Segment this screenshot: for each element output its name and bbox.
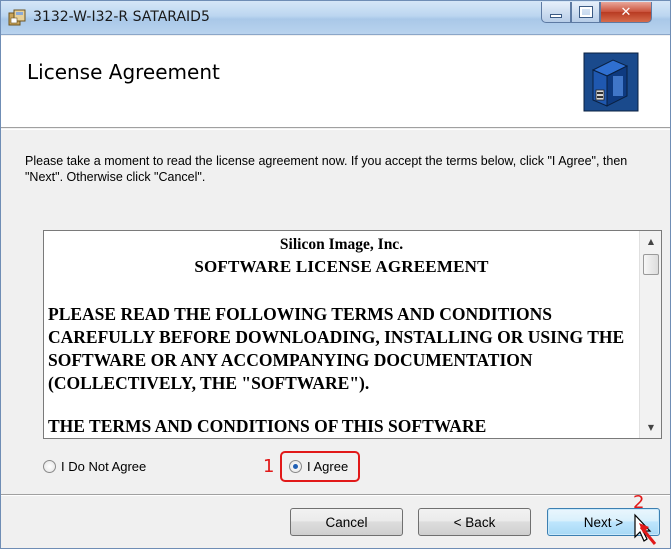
license-scrollbar[interactable]: ▲ ▼	[639, 231, 661, 438]
instructions-text: Please take a moment to read the license…	[25, 154, 628, 184]
back-button[interactable]: < Back	[418, 508, 531, 536]
step-1-annotation: 1	[263, 456, 275, 477]
header-separator	[1, 129, 670, 130]
title-bar[interactable]: 3132-W-I32-R SATARAID5 ✕	[1, 1, 670, 35]
license-paragraph: PLEASE READ THE FOLLOWING TERMS AND COND…	[48, 304, 625, 393]
installer-disk-icon	[583, 52, 639, 112]
license-paragraph: THE TERMS AND CONDITIONS OF THIS SOFTWAR…	[48, 416, 487, 436]
scroll-thumb[interactable]	[643, 254, 659, 275]
pointer-cursor-icon	[634, 513, 657, 545]
close-icon: ✕	[620, 4, 632, 20]
radio-not-agree-input[interactable]	[43, 459, 56, 473]
radio-not-agree[interactable]: I Do Not Agree	[43, 456, 146, 476]
license-heading: SOFTWARE LICENSE AGREEMENT	[194, 257, 489, 276]
installer-app-icon	[8, 9, 26, 26]
radio-agree[interactable]: I Agree	[289, 456, 348, 476]
footer-separator	[1, 494, 670, 496]
step-2-annotation: 2	[633, 492, 645, 513]
page-title: License Agreement	[27, 60, 220, 84]
header-banner: License Agreement	[1, 36, 670, 128]
minimize-button[interactable]	[541, 2, 571, 23]
scroll-up-arrow-icon[interactable]: ▲	[640, 233, 661, 250]
cancel-button[interactable]: Cancel	[290, 508, 403, 536]
license-text-box[interactable]: Silicon Image, Inc. SOFTWARE LICENSE AGR…	[43, 230, 662, 439]
radio-not-agree-label: I Do Not Agree	[61, 458, 147, 474]
radio-agree-label: I Agree	[307, 458, 349, 474]
close-button[interactable]: ✕	[600, 2, 652, 23]
license-company: Silicon Image, Inc.	[279, 236, 404, 253]
maximize-icon	[578, 6, 593, 18]
window-title: 3132-W-I32-R SATARAID5	[33, 9, 210, 25]
radio-agree-input[interactable]	[289, 459, 302, 473]
maximize-button[interactable]	[571, 2, 600, 23]
installer-window: 3132-W-I32-R SATARAID5 ✕ License Agreeme…	[0, 0, 671, 549]
scroll-down-arrow-icon[interactable]: ▼	[640, 419, 661, 436]
minimize-icon	[550, 14, 562, 18]
license-content: Silicon Image, Inc. SOFTWARE LICENSE AGR…	[44, 231, 639, 438]
